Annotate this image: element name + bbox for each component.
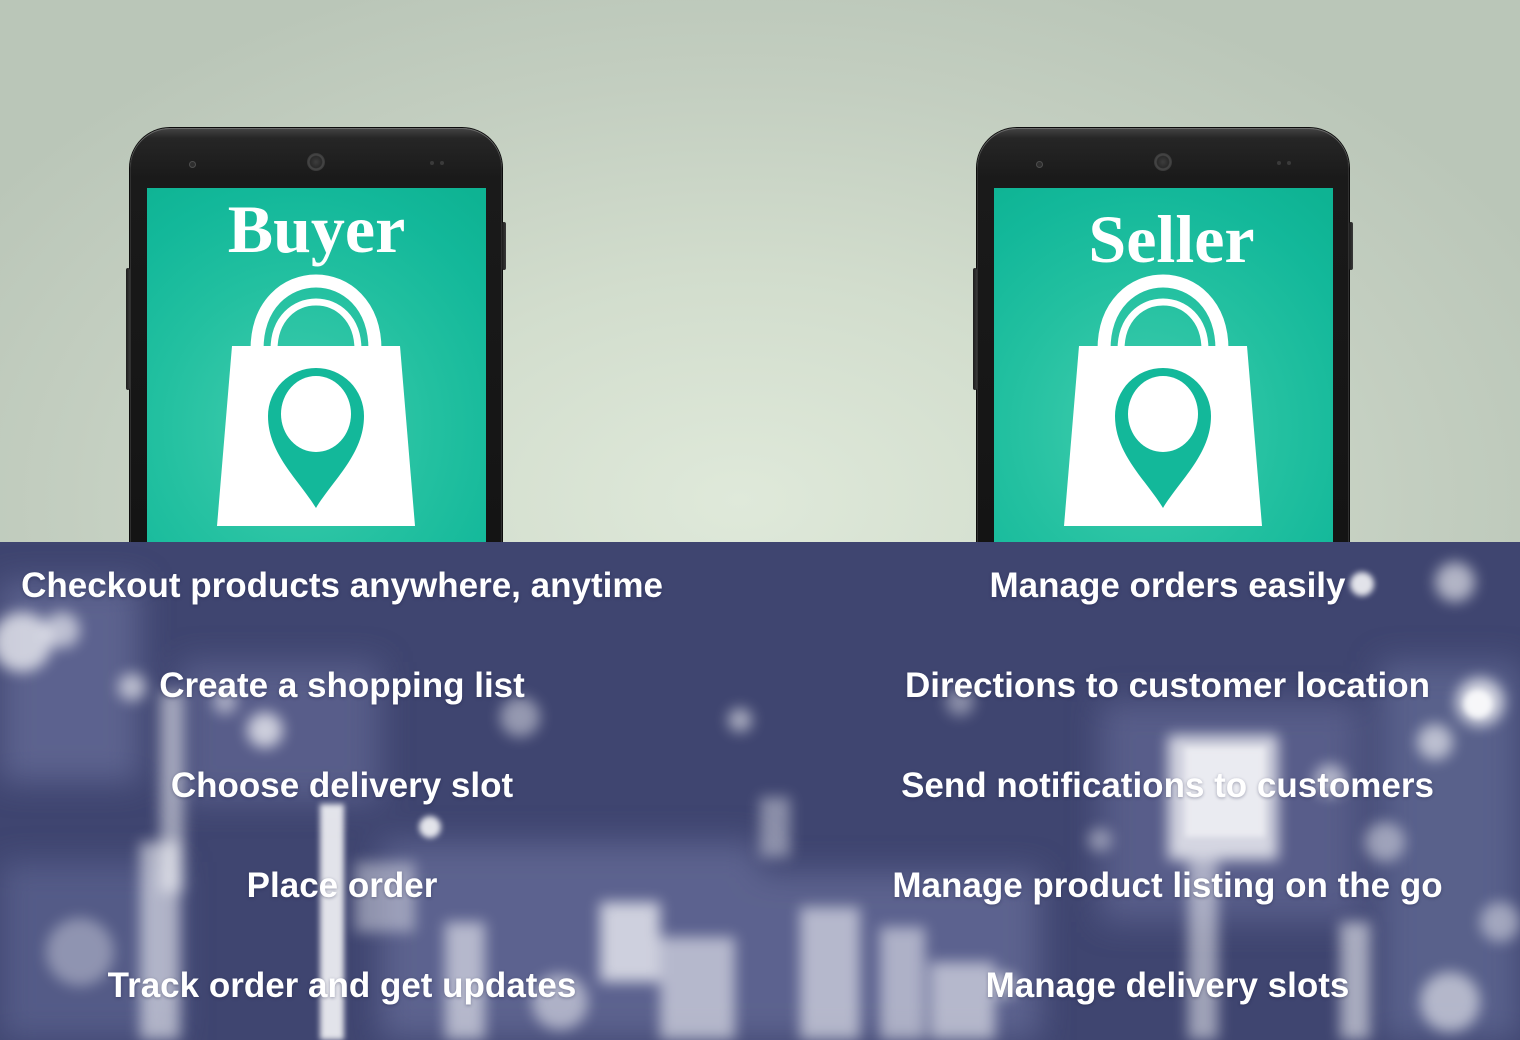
phone-volume-button [973,268,977,390]
hero-background: Buyer Seller [0,0,1520,542]
phone-sensor-dot [430,161,434,165]
seller-feature-item: Manage orders easily [989,566,1346,605]
buyer-feature-item: Checkout products anywhere, anytime [21,566,663,605]
location-pin-hole [1128,376,1198,452]
phone-power-button [1349,222,1353,270]
seller-phone-screen: Seller [994,188,1333,542]
buyer-phone-screen: Buyer [147,188,486,542]
phone-power-button [502,222,506,270]
phone-sensor-dot [440,161,444,165]
seller-feature-item: Manage delivery slots [985,966,1350,1005]
shopping-bag-location-icon [217,274,415,526]
phone-front-camera [307,153,325,171]
phone-front-camera [1154,153,1172,171]
buyer-features-list: Checkout products anywhere, anytime Crea… [0,566,684,1006]
phone-sensor-dot [189,161,196,168]
buyer-phone: Buyer [126,128,506,542]
promo-graphic: Buyer Seller Checkout products anywhere,… [0,0,1520,1040]
seller-phone: Seller [973,128,1353,542]
buyer-feature-item: Track order and get updates [107,966,577,1005]
bokeh-light [728,708,752,732]
phone-volume-button [126,268,130,390]
features-panel: Checkout products anywhere, anytime Crea… [0,542,1520,1040]
buyer-feature-item: Choose delivery slot [170,766,514,805]
bokeh-light [760,797,790,857]
shopping-bag-location-icon [1064,274,1262,526]
seller-features-list: Manage orders easily Directions to custo… [815,566,1520,1006]
phone-sensor-dot [1287,161,1291,165]
bag-handle-inner [1117,298,1209,351]
seller-feature-item: Manage product listing on the go [892,866,1443,905]
phone-sensor-dot [1036,161,1043,168]
seller-feature-item: Directions to customer location [904,666,1431,705]
buyer-feature-item: Create a shopping list [159,666,525,705]
buyer-feature-item: Place order [246,866,438,905]
location-pin-hole [281,376,351,452]
phone-sensor-dot [1277,161,1281,165]
bag-handle-inner [270,298,362,351]
seller-feature-item: Send notifications to customers [901,766,1434,805]
